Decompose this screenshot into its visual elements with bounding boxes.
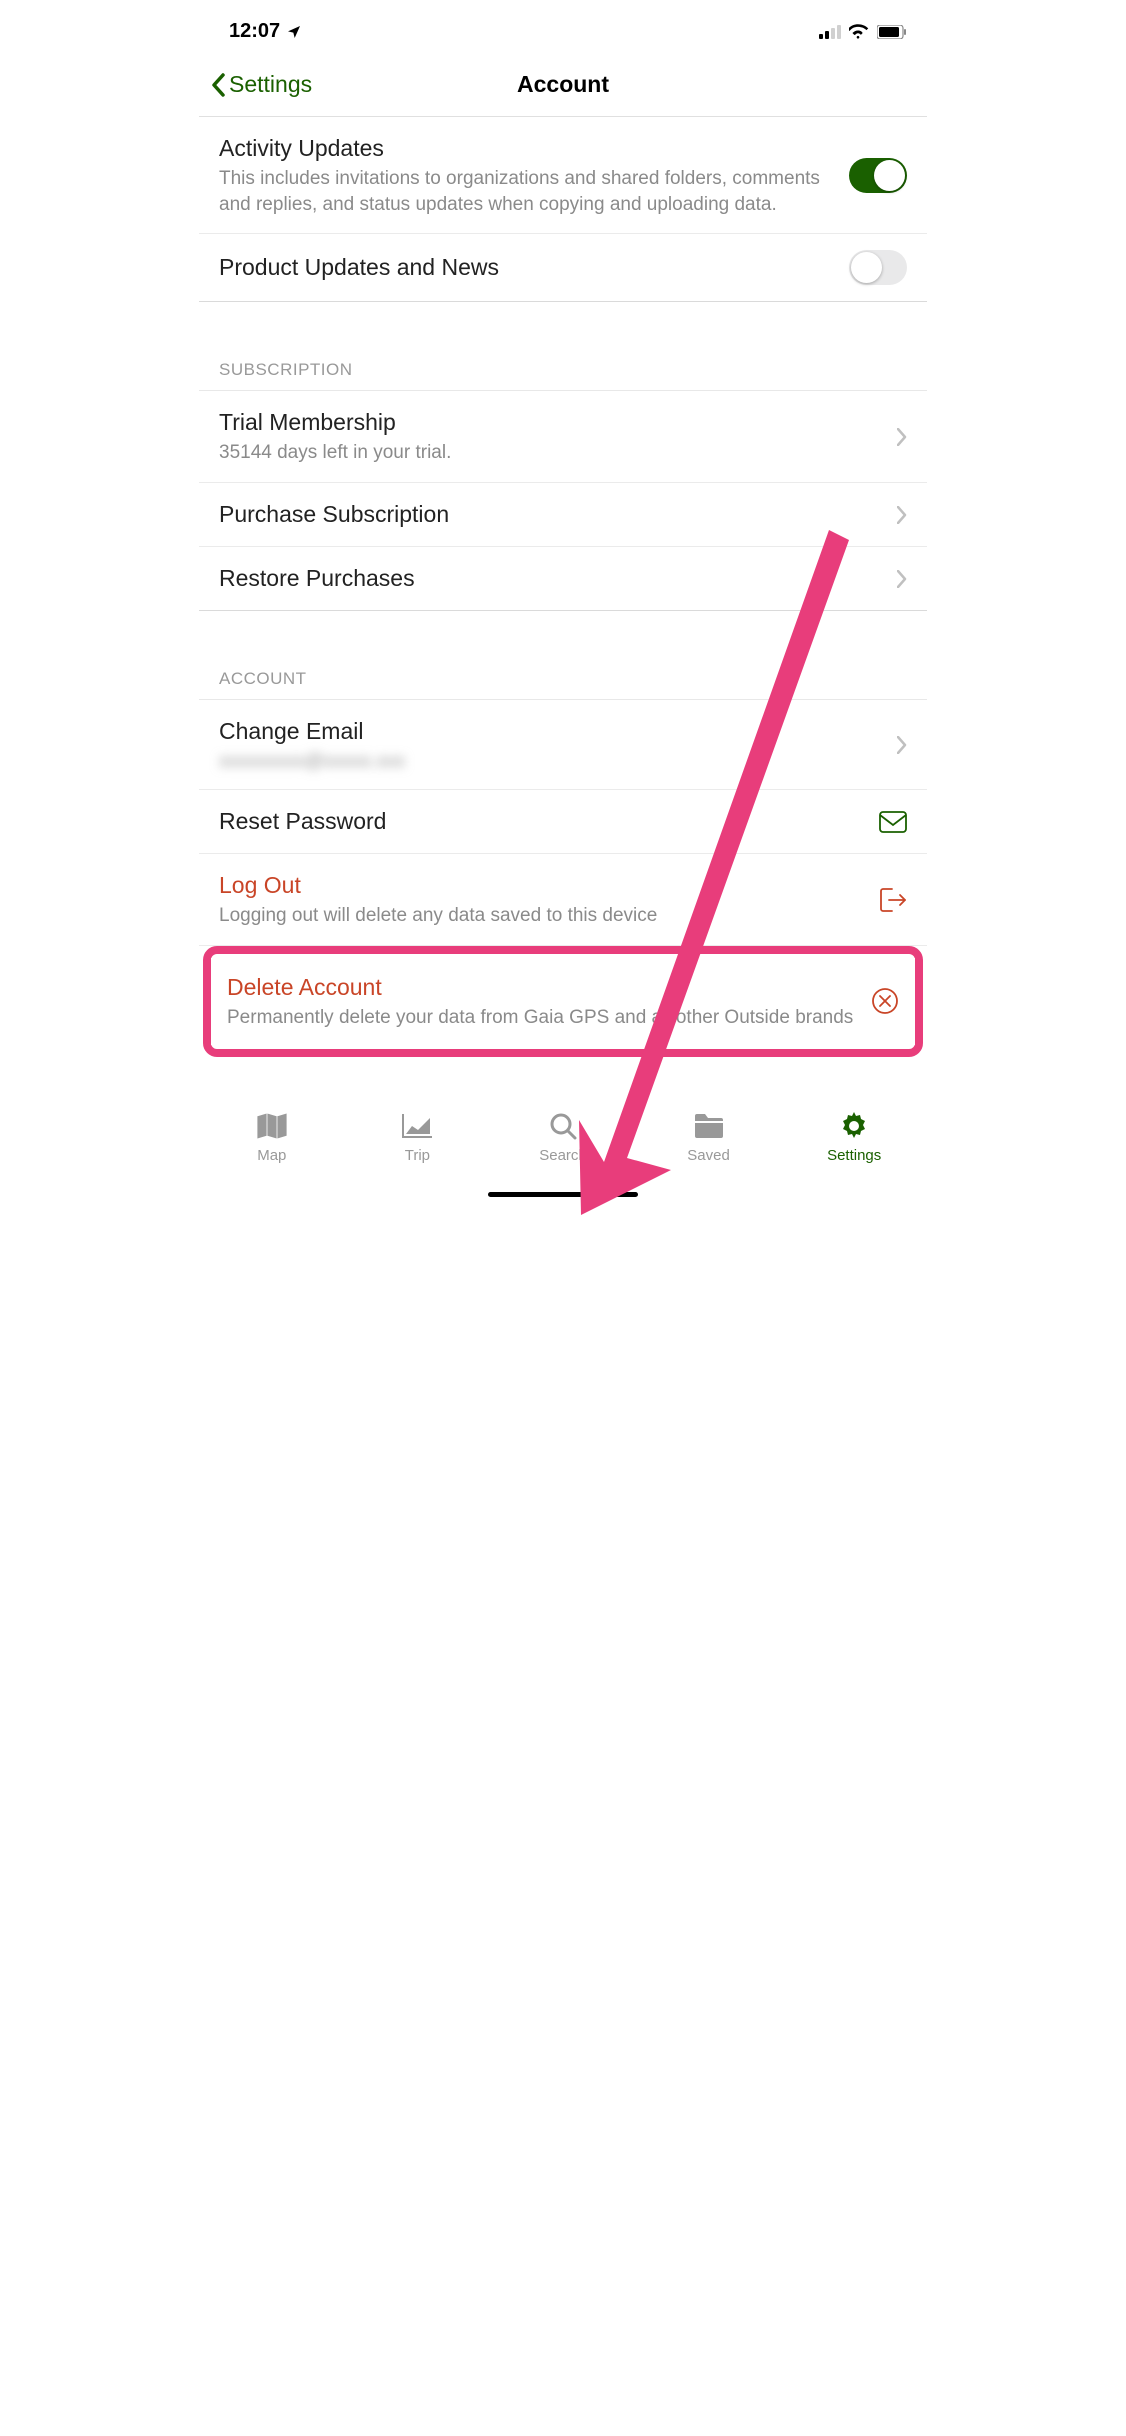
status-bar: 12:07 <box>199 0 927 53</box>
purchase-title: Purchase Subscription <box>219 499 885 530</box>
settings-icon <box>840 1112 868 1140</box>
tab-search[interactable]: Search <box>490 1111 636 1164</box>
delete-account-sub: Permanently delete your data from Gaia G… <box>227 1005 859 1031</box>
trial-sub: 35144 days left in your trial. <box>219 440 885 466</box>
logout-icon <box>879 887 907 913</box>
delete-icon <box>871 987 899 1015</box>
activity-updates-toggle[interactable] <box>849 158 907 193</box>
tab-bar: Map Trip Search Saved Settings <box>199 1097 927 1168</box>
change-email-row[interactable]: Change Email xxxxxxxxx@xxxxx.xxx <box>199 700 927 790</box>
tab-search-label: Search <box>539 1147 587 1164</box>
search-icon <box>549 1112 577 1140</box>
tab-saved[interactable]: Saved <box>636 1111 782 1164</box>
activity-updates-title: Activity Updates <box>219 133 837 164</box>
restore-purchases-row[interactable]: Restore Purchases <box>199 547 927 610</box>
tab-settings-label: Settings <box>827 1147 881 1164</box>
activity-updates-row[interactable]: Activity Updates This includes invitatio… <box>199 117 927 234</box>
signal-icon <box>819 25 841 39</box>
chevron-left-icon <box>211 73 225 97</box>
logout-sub: Logging out will delete any data saved t… <box>219 903 867 929</box>
product-updates-row[interactable]: Product Updates and News <box>199 234 927 301</box>
product-updates-title: Product Updates and News <box>219 252 837 283</box>
purchase-subscription-row[interactable]: Purchase Subscription <box>199 483 927 547</box>
annotation-highlight: Delete Account Permanently delete your d… <box>203 946 923 1057</box>
tab-settings[interactable]: Settings <box>781 1111 927 1164</box>
envelope-icon <box>879 811 907 833</box>
chevron-right-icon <box>897 736 907 754</box>
trip-icon <box>402 1114 432 1138</box>
back-label: Settings <box>229 71 312 98</box>
trial-membership-row[interactable]: Trial Membership 35144 days left in your… <box>199 391 927 483</box>
tab-map-label: Map <box>257 1147 286 1164</box>
email-value: xxxxxxxxx@xxxxx.xxx <box>219 751 885 773</box>
product-updates-toggle[interactable] <box>849 250 907 285</box>
change-email-title: Change Email <box>219 716 885 747</box>
tab-saved-label: Saved <box>687 1147 730 1164</box>
reset-password-title: Reset Password <box>219 806 867 837</box>
battery-icon <box>877 25 907 39</box>
trial-title: Trial Membership <box>219 407 885 438</box>
chevron-right-icon <box>897 570 907 588</box>
tab-trip-label: Trip <box>405 1147 430 1164</box>
delete-account-title: Delete Account <box>227 972 859 1003</box>
home-indicator[interactable] <box>488 1192 638 1197</box>
location-icon <box>286 24 302 40</box>
map-icon <box>257 1113 287 1139</box>
tab-trip[interactable]: Trip <box>345 1111 491 1164</box>
reset-password-row[interactable]: Reset Password <box>199 790 927 854</box>
restore-title: Restore Purchases <box>219 563 885 594</box>
saved-icon <box>695 1114 723 1138</box>
logout-title: Log Out <box>219 870 867 901</box>
tab-map[interactable]: Map <box>199 1111 345 1164</box>
activity-updates-sub: This includes invitations to organizatio… <box>219 166 837 217</box>
logout-row[interactable]: Log Out Logging out will delete any data… <box>199 854 927 946</box>
wifi-icon <box>849 24 869 39</box>
page-title: Account <box>517 71 609 98</box>
back-button[interactable]: Settings <box>211 71 312 98</box>
account-header: Account <box>199 611 927 700</box>
subscription-header: Subscription <box>199 302 927 391</box>
chevron-right-icon <box>897 506 907 524</box>
delete-account-row[interactable]: Delete Account Permanently delete your d… <box>211 958 915 1045</box>
nav-bar: Settings Account <box>199 53 927 117</box>
status-time: 12:07 <box>229 20 280 43</box>
chevron-right-icon <box>897 428 907 446</box>
